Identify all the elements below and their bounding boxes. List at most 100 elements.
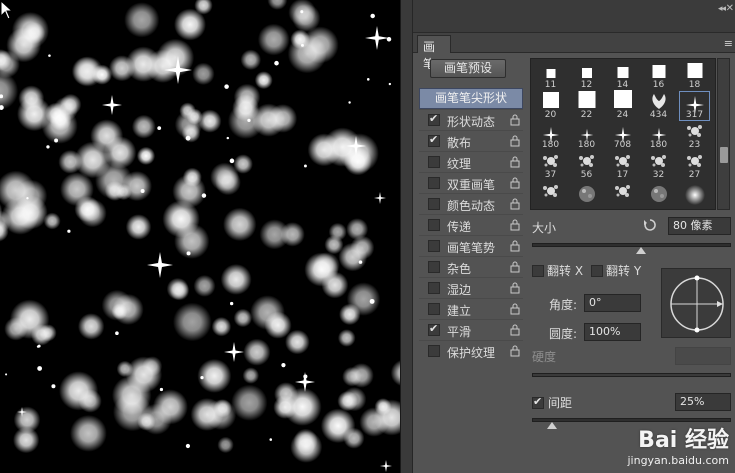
lock-icon[interactable] (510, 240, 520, 252)
close-panel-icon[interactable]: ✕ (726, 3, 734, 14)
brush-splatter-icon (578, 155, 594, 167)
brush-leaf-icon (651, 94, 666, 109)
lock-icon[interactable] (510, 135, 520, 147)
spacing-slider-thumb[interactable] (546, 422, 557, 429)
flip-x-box[interactable] (532, 265, 544, 277)
brush-option-11[interactable]: 平滑 (419, 319, 523, 340)
panel-menu-icon[interactable]: ≡ (724, 37, 733, 50)
spacing-checkbox[interactable]: 间距 (532, 394, 572, 411)
option-checkbox[interactable] (428, 261, 440, 273)
angle-input[interactable]: 0° (584, 294, 641, 312)
angle-roundness-preview[interactable] (661, 268, 731, 338)
brush-tip-3[interactable]: 16 (643, 61, 674, 91)
lock-icon[interactable] (510, 177, 520, 189)
brush-tip-8[interactable]: 434 (643, 91, 674, 121)
brush-tip-2[interactable]: 14 (607, 61, 638, 91)
brush-option-10[interactable]: 建立 (419, 298, 523, 319)
brush-option-8[interactable]: 杂色 (419, 256, 523, 277)
document-canvas[interactable] (0, 0, 400, 473)
spacing-box[interactable] (532, 395, 544, 409)
lock-icon[interactable] (510, 282, 520, 294)
angle-crosshair-icon (670, 275, 724, 333)
option-checkbox[interactable] (428, 112, 440, 126)
flip-y-box[interactable] (591, 265, 603, 277)
brush-option-3[interactable]: 纹理 (419, 151, 523, 172)
brush-tip-4[interactable]: 18 (679, 61, 710, 91)
size-slider-track[interactable] (532, 243, 731, 247)
panel-title-bar: ◂◂ ✕ (413, 0, 735, 33)
brush-tip-23[interactable] (643, 181, 674, 209)
option-checkbox[interactable] (428, 219, 440, 231)
brush-option-1[interactable]: 形状动态 (419, 109, 523, 130)
spacing-input[interactable]: 25% (675, 393, 731, 411)
lock-icon[interactable] (510, 345, 520, 357)
brush-tip-grid[interactable]: 11 12 14 16 18 20 22 24 434 317 180 180 708 180 23 37 56… (530, 58, 716, 210)
brush-tip-size: 180 (649, 140, 668, 150)
brush-option-4[interactable]: 双重画笔 (419, 172, 523, 193)
size-slider-thumb[interactable] (636, 247, 647, 254)
brush-option-7[interactable]: 画笔笔势 (419, 235, 523, 256)
option-checkbox[interactable] (428, 156, 440, 168)
option-checkbox[interactable] (428, 133, 440, 147)
lock-icon[interactable] (510, 303, 520, 315)
brush-panel: ◂◂ ✕ 画笔 ≡ 画笔预设 画笔笔尖形状形状动态散布纹理双重画笔颜色动态传递画… (412, 0, 735, 473)
brush-tip-1[interactable]: 12 (571, 61, 602, 91)
brush-tip-21[interactable] (571, 181, 602, 209)
brush-tip-14[interactable]: 23 (679, 121, 710, 151)
brush-tip-11[interactable]: 180 (571, 121, 602, 151)
brush-tip-13[interactable]: 180 (643, 121, 674, 151)
option-checkbox[interactable] (428, 198, 440, 210)
brush-tip-16[interactable]: 56 (571, 151, 602, 181)
brush-tip-size: 27 (688, 170, 701, 180)
brush-tip-size: 23 (688, 140, 701, 150)
lock-icon[interactable] (510, 261, 520, 273)
option-checkbox[interactable] (428, 303, 440, 315)
roundness-input[interactable]: 100% (584, 323, 641, 341)
brush-tip-9[interactable]: 317 (679, 91, 710, 121)
brush-option-9[interactable]: 湿边 (419, 277, 523, 298)
lock-icon[interactable] (510, 156, 520, 168)
brush-tip-size: 14 (616, 80, 629, 90)
brush-tip-24[interactable] (679, 181, 710, 209)
option-checkbox[interactable] (428, 322, 440, 336)
brush-tip-0[interactable]: 11 (535, 61, 566, 91)
brush-tip-18[interactable]: 32 (643, 151, 674, 181)
brush-option-12[interactable]: 保护纹理 (419, 340, 523, 361)
brush-tip-7[interactable]: 24 (607, 90, 638, 121)
lock-icon[interactable] (510, 324, 520, 336)
brush-tip-12[interactable]: 708 (607, 121, 638, 151)
option-checkbox[interactable] (428, 282, 440, 294)
brush-splatter-icon (686, 125, 702, 137)
mouse-cursor-icon (0, 0, 14, 20)
tab-brush[interactable]: 画笔 (417, 35, 451, 71)
brush-grid-scrollbar[interactable] (717, 58, 730, 210)
lock-icon[interactable] (510, 219, 520, 231)
option-label: 保护纹理 (447, 346, 496, 360)
brush-tip-5[interactable]: 20 (535, 91, 566, 121)
brush-square-icon (617, 67, 628, 78)
brush-tip-22[interactable] (607, 181, 638, 209)
brush-option-0[interactable]: 画笔笔尖形状 (419, 88, 523, 109)
flip-y-checkbox[interactable]: 翻转 Y (591, 262, 641, 279)
brush-tip-6[interactable]: 22 (571, 91, 602, 121)
brush-tip-size: 20 (544, 110, 557, 120)
option-checkbox[interactable] (428, 177, 440, 189)
brush-tip-10[interactable]: 180 (535, 121, 566, 151)
reset-size-icon[interactable] (643, 218, 657, 232)
brush-tip-15[interactable]: 37 (535, 151, 566, 181)
brush-tip-20[interactable] (535, 181, 566, 209)
option-checkbox[interactable] (428, 240, 440, 252)
lock-icon[interactable] (510, 114, 520, 126)
brush-tip-19[interactable]: 27 (679, 151, 710, 181)
brush-option-6[interactable]: 传递 (419, 214, 523, 235)
scrollbar-thumb[interactable] (720, 147, 728, 163)
brush-tip-17[interactable]: 17 (607, 151, 638, 181)
flip-x-checkbox[interactable]: 翻转 X (532, 262, 583, 279)
lock-icon[interactable] (510, 198, 520, 210)
collapse-panel-icon[interactable]: ◂◂ (718, 4, 726, 14)
option-checkbox[interactable] (428, 345, 440, 357)
brush-option-5[interactable]: 颜色动态 (419, 193, 523, 214)
size-input[interactable]: 80 像素 (668, 217, 731, 235)
brush-presets-button[interactable]: 画笔预设 (430, 59, 506, 78)
brush-option-2[interactable]: 散布 (419, 130, 523, 151)
